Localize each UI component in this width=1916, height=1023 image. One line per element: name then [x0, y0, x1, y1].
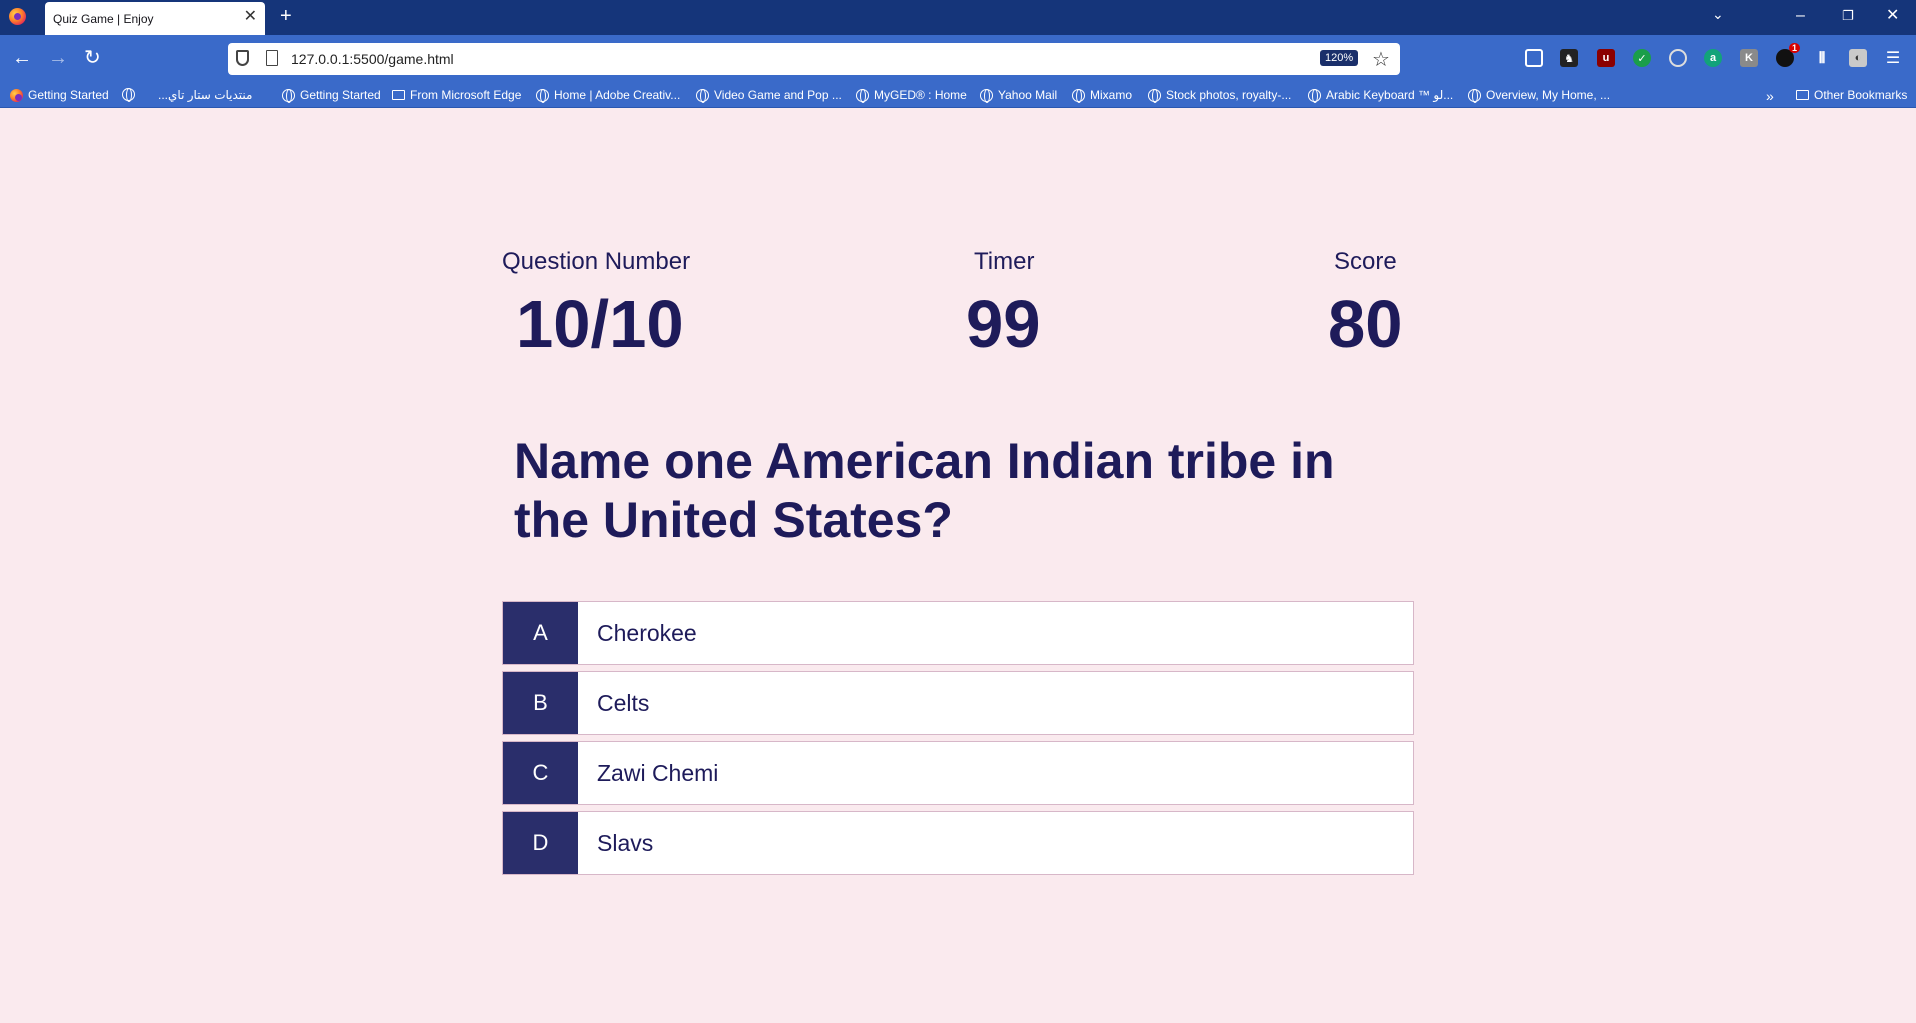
menu-icon[interactable]: ☰ [1884, 49, 1902, 67]
address-bar[interactable]: 127.0.0.1:5500/game.html 120% ☆ [228, 43, 1400, 75]
close-icon[interactable]: ✕ [244, 8, 257, 26]
bookmark-item[interactable]: Arabic Keyboard ™ لو... [1308, 88, 1453, 103]
choice-text: Slavs [597, 829, 654, 856]
bookmark-item[interactable]: Stock photos, royalty-... [1148, 88, 1291, 103]
bookmark-item[interactable]: Yahoo Mail [980, 88, 1057, 103]
url-text[interactable]: 127.0.0.1:5500/game.html [291, 51, 454, 67]
globe-icon [980, 88, 993, 103]
a-extension-icon[interactable]: a [1704, 49, 1722, 67]
choice-container[interactable]: D Slavs [502, 811, 1414, 875]
circle-icon[interactable] [1669, 49, 1687, 67]
globe-icon [1308, 88, 1321, 103]
choice-container[interactable]: A Cherokee [502, 601, 1414, 665]
back-arrow-icon[interactable]: ← [12, 47, 32, 69]
translate-icon[interactable]: K [1740, 49, 1758, 67]
score-value: 80 [1328, 287, 1403, 362]
container-icon[interactable]: ◐ [1849, 49, 1867, 67]
pocket-icon[interactable] [1525, 49, 1543, 67]
timer-value: 99 [966, 287, 1041, 362]
bookmark-item[interactable] [122, 88, 135, 102]
tab-bar: Quiz Game | Enjoy ✕ + ⌄ – ❐ ✕ [0, 0, 1916, 35]
folder-icon [392, 90, 405, 100]
page-icon[interactable] [266, 50, 278, 66]
new-tab-button[interactable]: + [280, 4, 292, 28]
bookmark-item[interactable]: Home | Adobe Creativ... [536, 88, 680, 103]
tab-title: Quiz Game | Enjoy [53, 12, 154, 26]
timer-label: Timer [974, 248, 1035, 275]
forward-arrow-icon[interactable]: → [48, 47, 68, 69]
zoom-level-badge[interactable]: 120% [1320, 50, 1359, 66]
firefox-icon [10, 88, 23, 102]
globe-icon [856, 88, 869, 103]
notification-extension-icon[interactable]: 1 [1776, 43, 1800, 67]
globe-icon [696, 88, 709, 103]
restore-icon[interactable]: ❐ [1842, 4, 1854, 28]
globe-icon [1148, 88, 1161, 103]
question-number-value: 10/10 [516, 287, 684, 362]
extension-puzzle-icon[interactable]: ♞ [1560, 49, 1578, 67]
choice-container[interactable]: C Zawi Chemi [502, 741, 1414, 805]
bookmark-item[interactable]: Mixamo [1072, 88, 1132, 103]
shield-check-icon[interactable]: ✓ [1633, 49, 1651, 67]
choice-prefix: D [503, 812, 578, 874]
bookmark-item[interactable]: Getting Started [282, 88, 381, 103]
globe-icon [1072, 88, 1085, 103]
question-text: Name one American Indian tribe in the Un… [514, 433, 1335, 548]
reload-icon[interactable]: ↻ [84, 47, 101, 69]
score-label: Score [1334, 248, 1397, 275]
nav-toolbar: ← → ↻ 127.0.0.1:5500/game.html 120% ☆ ♞ … [0, 35, 1916, 83]
globe-icon [1468, 88, 1481, 103]
shield-icon[interactable] [236, 50, 249, 66]
bookmarks-toolbar: Getting Started ...منتديات ستار تاي Gett… [0, 83, 1916, 108]
bookmark-star-icon[interactable]: ☆ [1372, 47, 1390, 72]
bookmark-item[interactable]: Getting Started [10, 88, 109, 102]
chevron-more-icon[interactable]: » [1766, 88, 1774, 104]
choice-prefix: B [503, 672, 578, 734]
bookmark-item[interactable]: Overview, My Home, ... [1468, 88, 1610, 103]
choice-text: Celts [597, 689, 650, 716]
folder-icon [1796, 90, 1809, 100]
globe-icon [122, 88, 135, 102]
choice-container[interactable]: B Celts [502, 671, 1414, 735]
notification-count: 1 [1788, 43, 1800, 53]
library-icon[interactable]: ⦀ [1813, 49, 1831, 67]
globe-icon [282, 88, 295, 103]
other-bookmarks-folder[interactable]: Other Bookmarks [1796, 88, 1907, 102]
bookmark-item[interactable]: ...منتديات ستار تاي [158, 88, 252, 102]
chevron-down-icon[interactable]: ⌄ [1712, 6, 1724, 23]
bookmark-item[interactable]: MyGED® : Home [856, 88, 967, 103]
choice-text: Cherokee [597, 619, 697, 646]
choice-prefix: C [503, 742, 578, 804]
globe-icon [536, 88, 549, 103]
firefox-icon[interactable] [9, 8, 26, 25]
question-number-label: Question Number [502, 248, 691, 275]
window-close-icon[interactable]: ✕ [1886, 4, 1899, 28]
choice-text: Zawi Chemi [597, 759, 719, 786]
choice-prefix: A [503, 602, 578, 664]
minimize-icon[interactable]: – [1796, 4, 1805, 28]
tab-active[interactable]: Quiz Game | Enjoy ✕ [45, 2, 265, 35]
bookmark-item[interactable]: Video Game and Pop ... [696, 88, 842, 103]
bookmark-folder[interactable]: From Microsoft Edge [392, 88, 521, 102]
ublock-icon[interactable]: u [1597, 49, 1615, 67]
